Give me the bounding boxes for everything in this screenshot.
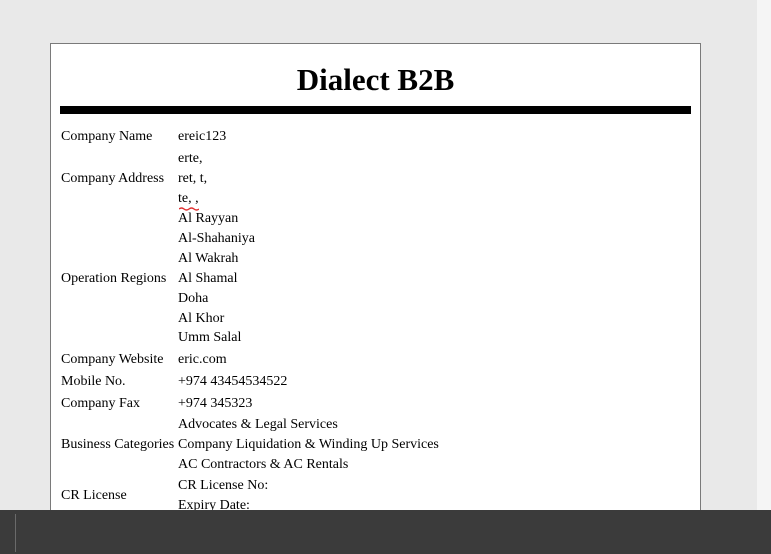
company-name-value: ereic123 — [178, 129, 227, 144]
mobile-no-value: +974 43454534522 — [178, 374, 288, 389]
document-page: Dialect B2B Company Name ereic123 erte, … — [50, 43, 701, 545]
operation-region-item: Al Wakrah — [178, 251, 239, 266]
operation-region-item: Al Rayyan — [178, 211, 239, 226]
document-title: Dialect B2B — [296, 62, 455, 97]
cr-license-item: CR License No: — [178, 478, 269, 493]
business-categories-label: Business Categories — [61, 437, 175, 452]
cr-license-label: CR License — [61, 488, 127, 503]
business-category-item: AC Contractors & AC Rentals — [178, 457, 349, 472]
title-divider — [60, 106, 691, 114]
operation-regions-label: Operation Regions — [61, 271, 167, 286]
scroll-gutter — [757, 0, 771, 554]
company-name-label: Company Name — [61, 129, 153, 144]
company-website-label: Company Website — [61, 352, 164, 367]
company-fax-value: +974 345323 — [178, 396, 253, 411]
company-address-line: ret, t, — [178, 171, 208, 186]
company-website-value: eric.com — [178, 352, 227, 367]
operation-region-item: Umm Salal — [178, 330, 242, 345]
company-address-line: erte, — [178, 151, 203, 166]
business-category-item: Company Liquidation & Winding Up Service… — [178, 437, 439, 452]
company-address-label: Company Address — [61, 171, 165, 186]
operation-region-item: Doha — [178, 291, 209, 306]
viewer-toolbar — [0, 510, 771, 554]
operation-region-item: Al Shamal — [178, 271, 238, 286]
company-fax-label: Company Fax — [61, 396, 140, 411]
operation-region-item: Al-Shahaniya — [178, 231, 255, 246]
toolbar-divider — [15, 514, 16, 552]
company-address-line: te, , — [178, 191, 199, 206]
mobile-no-label: Mobile No. — [61, 374, 126, 389]
business-category-item: Advocates & Legal Services — [178, 417, 338, 432]
operation-region-item: Al Khor — [178, 311, 225, 326]
